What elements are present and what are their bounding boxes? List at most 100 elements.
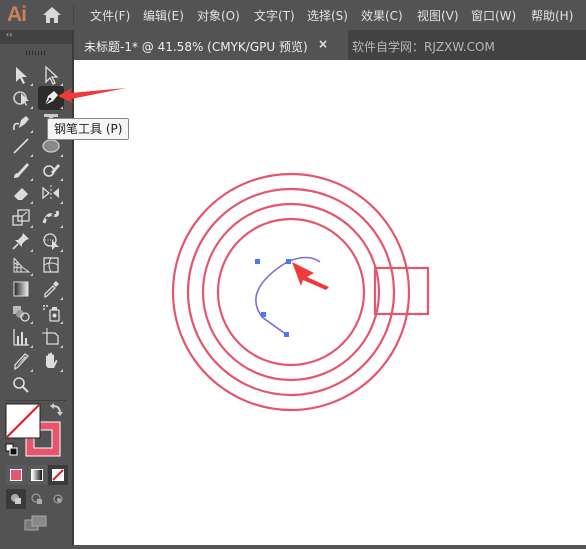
gradient-button[interactable] xyxy=(27,465,47,485)
tool-group-indicator xyxy=(60,369,63,372)
menu-file[interactable]: 文件(F) xyxy=(90,7,130,24)
tool-group-indicator xyxy=(30,369,33,372)
tool-group-indicator xyxy=(30,249,33,252)
menu-view[interactable]: 视图(V) xyxy=(417,7,459,24)
home-icon[interactable] xyxy=(42,6,62,24)
tool-group-indicator xyxy=(60,106,63,109)
anchor-point[interactable] xyxy=(286,259,291,264)
circle-inner[interactable] xyxy=(216,217,366,367)
circle-3[interactable] xyxy=(201,202,381,382)
draw-normal-button[interactable] xyxy=(6,489,26,509)
reflect-tool[interactable] xyxy=(38,181,64,205)
document-tab-bar: 未标题-1* @ 41.58% (CMYK/GPU 预览) × 软件自学网：RJ… xyxy=(74,30,586,60)
curvature-tool[interactable] xyxy=(8,110,34,134)
perspective-grid-tool[interactable] xyxy=(8,253,34,277)
annotation-arrow-canvas xyxy=(292,262,329,290)
tool-group-indicator xyxy=(60,321,63,324)
screen-mode-icon[interactable] xyxy=(24,515,48,531)
curvature-icon xyxy=(13,116,29,131)
close-icon[interactable]: × xyxy=(318,37,328,51)
eraser-icon xyxy=(14,188,28,200)
selection-icon xyxy=(16,67,27,84)
menu-select[interactable]: 选择(S) xyxy=(307,7,348,24)
paintbrush-tool[interactable] xyxy=(8,158,34,182)
paintbrush-icon xyxy=(14,163,29,178)
color-button[interactable] xyxy=(6,465,26,485)
annotation-arrow-toolbar xyxy=(58,88,126,103)
slice-tool[interactable] xyxy=(8,349,34,373)
line-tool[interactable] xyxy=(8,134,34,158)
tool-group-indicator xyxy=(60,154,63,157)
draw-inside-icon xyxy=(53,494,63,504)
eyedropper-tool[interactable] xyxy=(38,277,64,301)
collapse-panel-icon[interactable]: ‹‹ xyxy=(6,30,12,39)
scale-icon xyxy=(12,209,30,226)
tool-group-indicator xyxy=(60,249,63,252)
puppet-warp-tool[interactable] xyxy=(38,205,64,229)
menu-window[interactable]: 窗口(W) xyxy=(471,7,516,24)
rectangle-shape[interactable] xyxy=(373,266,430,316)
menu-type[interactable]: 文字(T) xyxy=(254,7,295,24)
zoom-tool[interactable] xyxy=(8,373,34,397)
magic-wand-tool[interactable] xyxy=(8,86,34,110)
draw-behind-button[interactable] xyxy=(27,489,47,509)
hand-tool[interactable] xyxy=(38,349,64,373)
menu-bar: Ai 文件(F) 编辑(E) 对象(O) 文字(T) 选择(S) 效果(C) 视… xyxy=(0,0,586,29)
symbol-sprayer-tool[interactable] xyxy=(38,301,64,325)
panel-grip-handle[interactable] xyxy=(26,51,46,55)
direct-selection-icon xyxy=(45,65,59,85)
artboard-canvas[interactable] xyxy=(74,60,586,545)
artboard-tool[interactable] xyxy=(38,325,64,349)
perspective-grid-icon xyxy=(13,257,31,273)
tool-group-indicator xyxy=(30,225,33,228)
zoom-icon xyxy=(13,377,29,393)
tool-group-indicator xyxy=(30,321,33,324)
eyedropper-icon xyxy=(44,281,59,299)
puppet-warp-icon xyxy=(42,210,59,224)
menu-help[interactable]: 帮助(H) xyxy=(531,7,573,24)
tool-group-indicator xyxy=(60,201,63,204)
draw-behind-icon xyxy=(31,493,42,504)
direct-selection-tool[interactable] xyxy=(38,63,64,87)
none-swatch-icon xyxy=(52,469,64,481)
fill-stroke-widget xyxy=(5,403,63,457)
draw-inside-button[interactable] xyxy=(48,489,68,509)
pin-tool[interactable] xyxy=(8,229,34,253)
anchor-point[interactable] xyxy=(261,312,266,317)
default-fill-stroke-icon[interactable] xyxy=(5,443,18,456)
graph-tool[interactable] xyxy=(8,325,34,349)
blend-tool[interactable] xyxy=(8,301,34,325)
mesh-tool[interactable] xyxy=(38,253,64,277)
none-button[interactable] xyxy=(48,465,68,485)
magic-wand-icon xyxy=(13,91,29,106)
reflect-icon xyxy=(42,185,59,201)
scale-tool[interactable] xyxy=(8,205,34,229)
shaper-tool[interactable] xyxy=(38,158,64,182)
circle-outer[interactable] xyxy=(171,172,411,412)
slice-icon xyxy=(14,353,29,371)
tab-untitled-1[interactable]: 未标题-1* @ 41.58% (CMYK/GPU 预览) × xyxy=(74,30,348,60)
column-graph-icon xyxy=(13,329,29,346)
pen-tool-tooltip: 钢笔工具 (P) xyxy=(47,118,130,140)
tab-rjzxw[interactable]: 软件自学网：RJZXW.COM xyxy=(352,38,495,55)
symbol-sprayer-icon xyxy=(43,305,60,322)
anchor-point[interactable] xyxy=(255,259,260,264)
panel-header: ‹‹ xyxy=(0,30,72,44)
menu-effect[interactable]: 效果(C) xyxy=(361,7,403,24)
gradient-icon xyxy=(13,281,29,297)
eraser-tool[interactable] xyxy=(8,181,34,205)
swap-fill-stroke-icon[interactable] xyxy=(50,403,63,416)
pen-path[interactable] xyxy=(255,256,321,336)
gradient-tool[interactable] xyxy=(8,277,34,301)
selection-tool[interactable] xyxy=(8,63,34,87)
menu-object[interactable]: 对象(O) xyxy=(197,7,240,24)
menu-edit[interactable]: 编辑(E) xyxy=(143,7,184,24)
tool-group-indicator xyxy=(60,297,63,300)
tool-group-indicator xyxy=(30,154,33,157)
shape-builder-tool[interactable] xyxy=(38,229,64,253)
tool-group-indicator xyxy=(30,345,33,348)
tool-group-indicator xyxy=(60,225,63,228)
fill-swatch[interactable] xyxy=(5,403,41,439)
tool-group-indicator xyxy=(60,345,63,348)
anchor-point[interactable] xyxy=(284,332,289,337)
